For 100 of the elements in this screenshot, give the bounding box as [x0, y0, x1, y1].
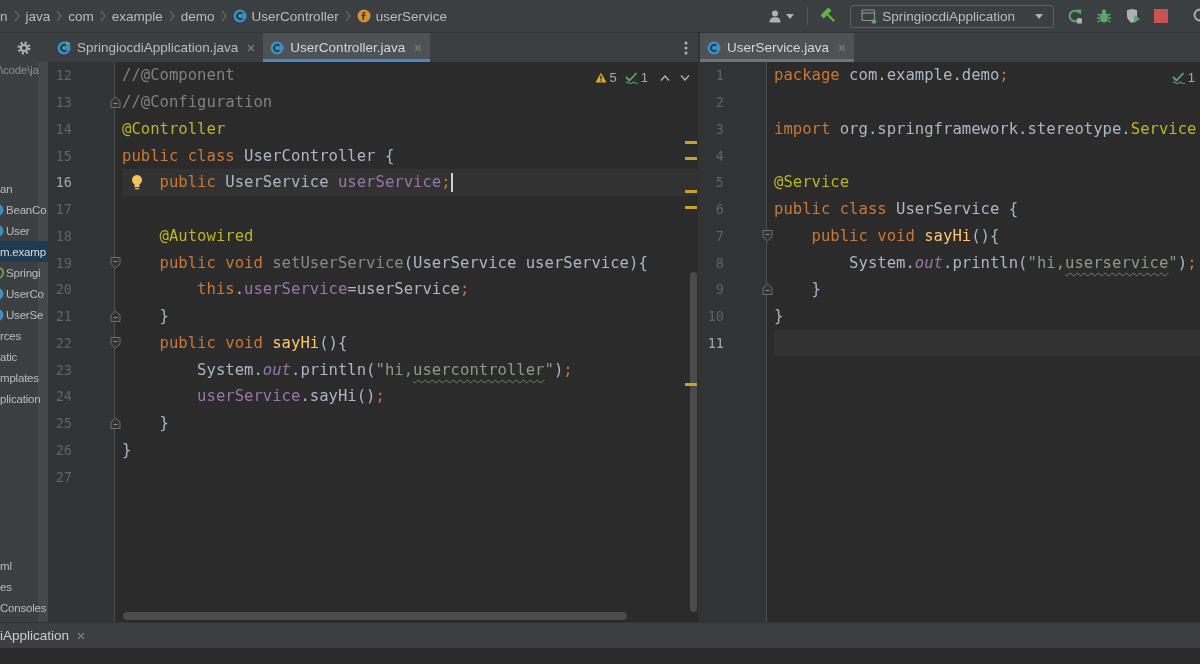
tree-item[interactable]: ml — [0, 555, 48, 576]
editor-tab[interactable]: UserController.java — [263, 33, 431, 62]
fold-icon[interactable] — [761, 282, 773, 296]
scrollbar[interactable] — [123, 612, 627, 620]
tree-item[interactable]: m.examp — [0, 241, 48, 262]
chevron-icon — [168, 10, 175, 22]
inspection-count: 1 — [1187, 70, 1195, 85]
class-icon — [0, 203, 4, 216]
tree-item[interactable]: User — [0, 220, 48, 241]
fold-icon[interactable] — [109, 336, 121, 350]
code-line: } — [122, 440, 132, 459]
code-line: public void setUserService(UserService userService){ — [159, 253, 648, 272]
chevron-down-icon[interactable] — [680, 74, 690, 81]
warning-icon — [594, 72, 607, 83]
warning-mark — [685, 141, 697, 144]
tree-item[interactable]: UserSe — [0, 304, 48, 325]
chevron-icon — [13, 10, 20, 22]
code-line: package com.example.demo; — [774, 66, 1009, 85]
class-icon — [0, 287, 4, 300]
breadcrumb-item[interactable]: n — [0, 8, 8, 24]
class-icon — [270, 40, 285, 55]
code-line: public class UserController { — [122, 146, 395, 165]
tree-item[interactable]: BeanCo — [0, 199, 48, 220]
field-icon — [356, 9, 371, 23]
tree-item[interactable]: Consoles — [0, 597, 48, 618]
inspection-count: 1 — [640, 70, 648, 85]
class-icon — [232, 9, 247, 23]
close-icon[interactable] — [247, 43, 256, 52]
code-line: //@Configuration — [122, 93, 273, 112]
code-line: this.userService=userService; — [197, 280, 470, 299]
breadcrumb-item[interactable]: example — [111, 8, 163, 24]
shield-run-icon[interactable] — [1125, 8, 1141, 24]
code-line: } — [811, 280, 821, 299]
editor-tab[interactable]: SpringiocdiApplication.java — [50, 33, 264, 62]
bug-icon[interactable] — [1096, 8, 1112, 24]
warning-mark — [685, 157, 697, 160]
fold-icon[interactable] — [761, 229, 773, 243]
chevron-icon — [99, 10, 106, 22]
close-icon[interactable] — [77, 631, 86, 640]
tree-item[interactable]: plication — [0, 388, 48, 409]
tree-item[interactable]: UserCo — [0, 283, 48, 304]
code-line: System.out.println("hi,usercontroller"); — [197, 360, 573, 379]
tool-window-tab[interactable]: iApplication — [0, 628, 86, 643]
close-icon[interactable] — [414, 43, 423, 52]
code-line: public class UserService { — [774, 200, 1019, 219]
search-icon[interactable] — [1192, 8, 1200, 24]
caret-icon[interactable] — [1035, 13, 1043, 19]
user-menu-button[interactable] — [768, 9, 795, 23]
class-icon — [0, 308, 4, 321]
tree-item[interactable]: Springi — [0, 262, 48, 283]
editor-tab[interactable]: UserService.java — [700, 33, 855, 62]
code-line: userService.sayHi(); — [197, 387, 385, 406]
caret-icon[interactable] — [786, 13, 795, 19]
breadcrumb-item[interactable]: java — [25, 8, 51, 24]
runnable-class-icon — [57, 40, 71, 55]
hammer-icon[interactable] — [821, 8, 838, 24]
close-icon[interactable] — [838, 43, 847, 52]
code-line: } — [774, 307, 784, 326]
code-line: public UserService userService; — [159, 173, 451, 192]
code-line: @Autowired — [159, 226, 254, 245]
code-line: } — [159, 307, 169, 326]
breadcrumb-item[interactable]: demo — [180, 8, 215, 24]
run-config-dropdown[interactable]: SpringiocdiApplication — [850, 4, 1054, 28]
fold-icon[interactable] — [109, 309, 121, 323]
tree-item[interactable]: mplates — [0, 367, 48, 388]
bulb-icon[interactable] — [130, 174, 144, 190]
text-cursor — [450, 172, 453, 192]
tree-item[interactable]: rces — [0, 325, 48, 346]
warning-mark — [685, 206, 697, 209]
chevron-icon — [344, 10, 351, 22]
chevron-icon — [56, 10, 63, 22]
tree-item[interactable]: atic — [0, 346, 48, 367]
class-icon — [707, 40, 721, 55]
rerun-icon[interactable] — [1067, 8, 1083, 24]
spellcheck-icon — [1171, 71, 1185, 84]
breadcrumb-item[interactable]: UserController — [251, 8, 339, 24]
tree-item[interactable]: an — [0, 178, 48, 199]
settings-icon[interactable] — [17, 40, 31, 55]
code-line: System.out.println("hi,userservice"); — [849, 253, 1197, 272]
tree-item[interactable]: es — [0, 576, 48, 597]
code-line: //@Component — [122, 66, 235, 85]
code-line: public void sayHi(){ — [159, 333, 348, 352]
code-line: @Controller — [122, 119, 226, 138]
code-line: } — [159, 414, 169, 433]
person-icon — [768, 9, 783, 23]
chevron-up-icon[interactable] — [660, 74, 670, 81]
code-line: @Service — [774, 173, 850, 192]
fold-icon[interactable] — [109, 95, 121, 109]
breadcrumb-item[interactable]: userService — [375, 8, 447, 24]
scrollbar[interactable] — [690, 272, 697, 612]
fold-icon[interactable] — [109, 416, 121, 430]
class-icon — [0, 224, 4, 237]
more-icon[interactable] — [684, 40, 688, 55]
project-path: \code\ja — [0, 63, 40, 78]
breadcrumb-item[interactable]: com — [68, 8, 94, 24]
run-config-icon — [861, 8, 878, 24]
chevron-icon — [220, 10, 227, 22]
line-number: 11 — [706, 334, 724, 351]
code-line: public void sayHi(){ — [811, 226, 1000, 245]
fold-icon[interactable] — [109, 256, 121, 270]
